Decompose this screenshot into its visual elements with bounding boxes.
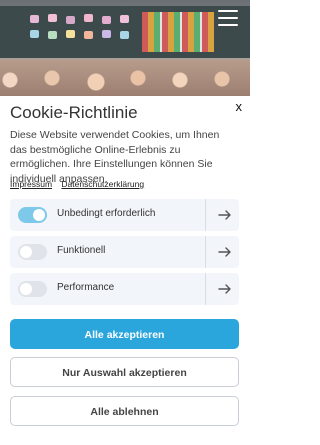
- hero-photo: [0, 0, 250, 96]
- arrow-right-icon[interactable]: [217, 207, 233, 223]
- category-label: Funktionell: [57, 245, 106, 256]
- wall-chart: [142, 12, 214, 52]
- category-row-performance: Performance: [10, 273, 239, 305]
- hamburger-menu-icon[interactable]: [218, 10, 238, 26]
- category-row-required: Unbedingt erforderlich: [10, 199, 239, 231]
- performance-toggle[interactable]: [18, 281, 47, 297]
- arrow-right-icon[interactable]: [217, 281, 233, 297]
- cookie-title: Cookie-Richtlinie: [10, 103, 138, 122]
- cookie-consent-sheet: x Cookie-Richtlinie Diese Website verwen…: [0, 96, 250, 445]
- accept-selection-button[interactable]: Nur Auswahl akzeptieren: [10, 357, 239, 387]
- imprint-link[interactable]: Impressum: [10, 179, 52, 189]
- cookie-description: Diese Website verwendet Cookies, um Ihne…: [10, 129, 220, 185]
- accept-all-button[interactable]: Alle akzeptieren: [10, 319, 239, 349]
- category-label: Performance: [57, 282, 115, 293]
- reject-all-button[interactable]: Alle ablehnen: [10, 396, 239, 426]
- pupils: [0, 60, 250, 96]
- close-button[interactable]: x: [236, 99, 243, 114]
- functional-toggle[interactable]: [18, 244, 47, 260]
- required-toggle[interactable]: [18, 207, 47, 223]
- category-label: Unbedingt erforderlich: [57, 208, 156, 219]
- category-row-functional: Funktionell: [10, 236, 239, 268]
- privacy-link[interactable]: Datenschutzerklärung: [61, 179, 144, 189]
- legal-links: Impressum Datenschutzerklärung: [10, 179, 151, 189]
- arrow-right-icon[interactable]: [217, 244, 233, 260]
